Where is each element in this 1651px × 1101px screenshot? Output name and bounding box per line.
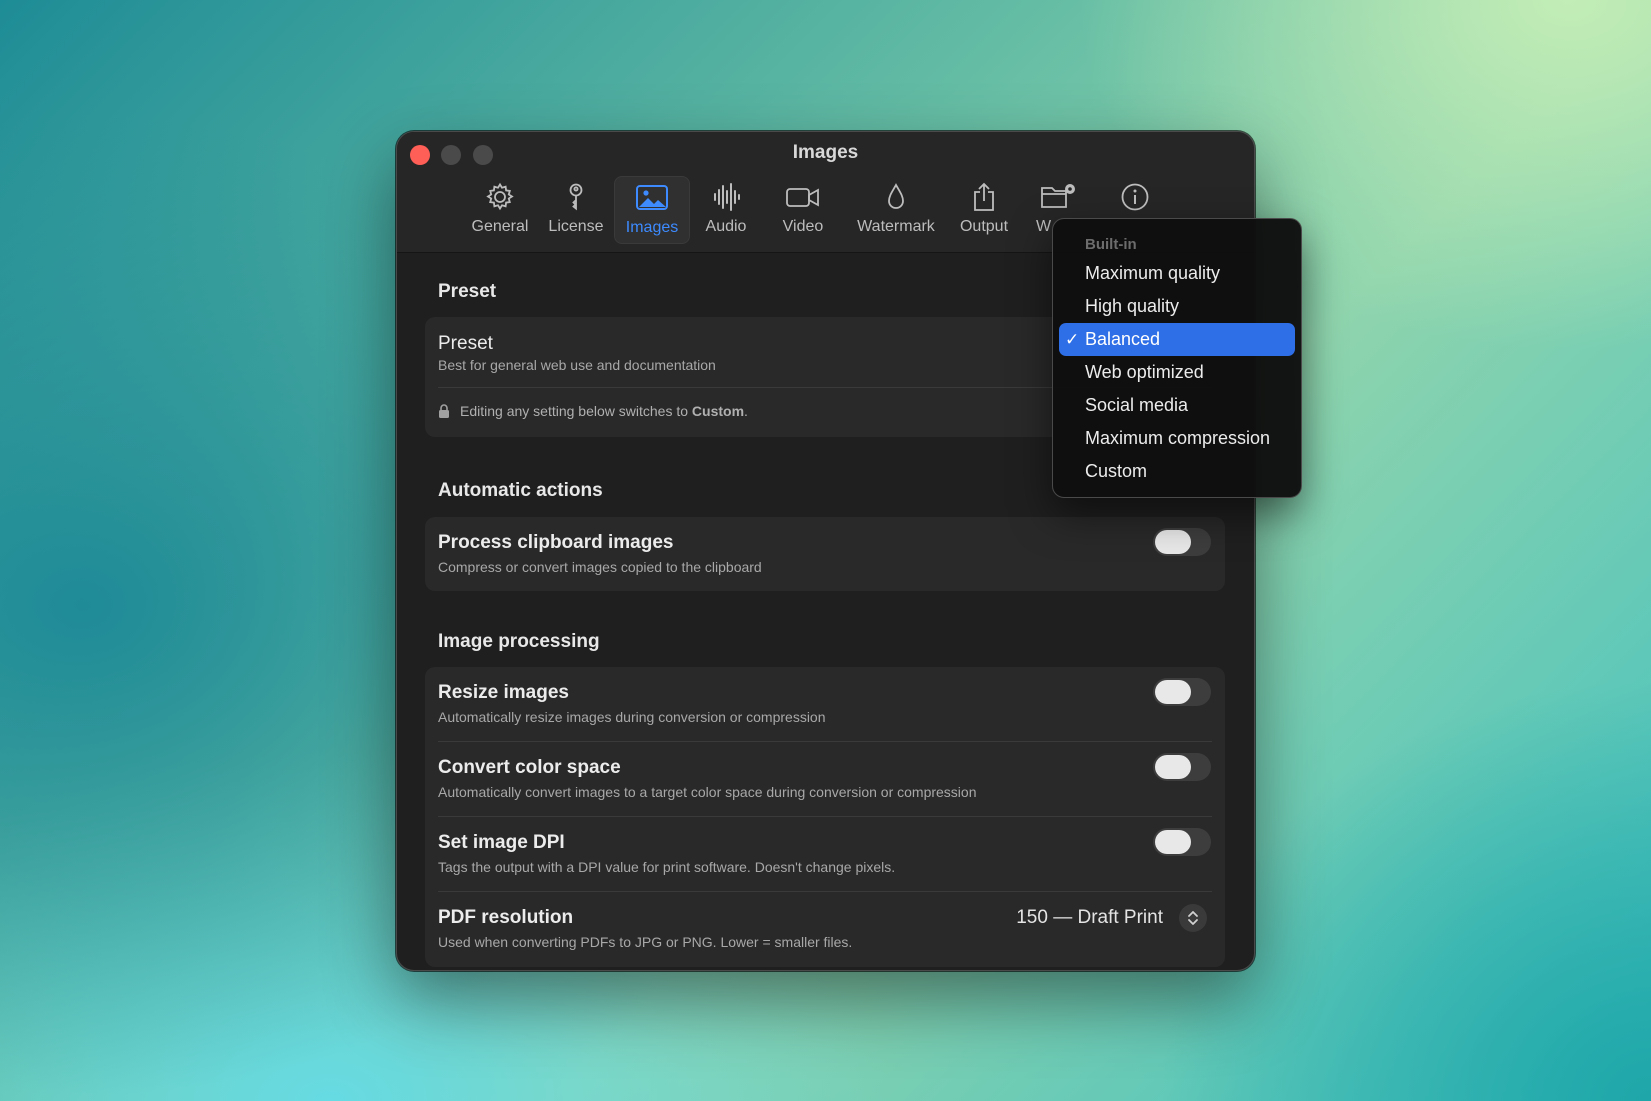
row-set-image-dpi: Set image DPI Tags the output with a DPI… xyxy=(425,817,1225,891)
tab-license[interactable]: License xyxy=(545,176,607,242)
tab-audio-label: Audio xyxy=(705,218,747,235)
lock-note: Editing any setting below switches to Cu… xyxy=(438,403,748,419)
pdf-resolution-value[interactable]: 150 — Draft Print xyxy=(1016,907,1163,929)
share-icon xyxy=(974,182,994,211)
automatic-actions-card: Process clipboard images Compress or con… xyxy=(425,517,1225,591)
row-resize-images: Resize images Automatically resize image… xyxy=(425,667,1225,741)
key-icon xyxy=(569,183,583,211)
menu-item-web-optimized[interactable]: Web optimized xyxy=(1059,356,1295,389)
tab-images-label: Images xyxy=(625,219,679,236)
checkmark-icon: ✓ xyxy=(1065,330,1080,349)
row-title: Resize images xyxy=(438,682,569,703)
image-processing-card: Resize images Automatically resize image… xyxy=(425,667,1225,967)
lock-note-prefix: Editing any setting below switches to xyxy=(460,403,692,419)
menu-item-balanced[interactable]: ✓ Balanced xyxy=(1059,323,1295,356)
tab-watermark-label: Watermark xyxy=(857,218,935,235)
preset-title: Preset xyxy=(438,333,493,354)
tab-output-label: Output xyxy=(959,218,1009,235)
tab-video-label: Video xyxy=(782,218,824,235)
toggle-knob xyxy=(1155,680,1191,704)
menu-item-label: Web optimized xyxy=(1085,362,1204,382)
menu-item-high-quality[interactable]: High quality xyxy=(1059,290,1295,323)
menu-item-label: High quality xyxy=(1085,296,1180,316)
folder-gear-icon xyxy=(1041,184,1075,208)
tab-watermark[interactable]: Watermark xyxy=(851,176,941,242)
menu-item-label: Custom xyxy=(1085,461,1148,481)
menu-item-maximum-quality[interactable]: Maximum quality xyxy=(1059,257,1295,290)
process-clipboard-toggle[interactable] xyxy=(1153,528,1211,556)
set-image-dpi-toggle[interactable] xyxy=(1153,828,1211,856)
resize-images-toggle[interactable] xyxy=(1153,678,1211,706)
tab-general-label: General xyxy=(471,218,529,235)
info-icon xyxy=(1121,183,1149,211)
menu-item-label: Balanced xyxy=(1085,329,1161,349)
menu-section-header: Built-in xyxy=(1085,236,1137,253)
gear-icon xyxy=(486,182,514,211)
convert-color-space-toggle[interactable] xyxy=(1153,753,1211,781)
drop-icon xyxy=(888,183,904,209)
menu-item-custom[interactable]: Custom xyxy=(1059,455,1295,488)
row-description: Used when converting PDFs to JPG or PNG.… xyxy=(438,934,853,950)
row-title: Set image DPI xyxy=(438,832,565,853)
lock-icon xyxy=(439,404,449,418)
video-camera-icon xyxy=(786,188,819,207)
tab-general[interactable]: General xyxy=(467,176,533,242)
photo-icon xyxy=(636,185,668,210)
menu-item-label: Social media xyxy=(1085,395,1189,415)
tab-images[interactable]: Images xyxy=(614,176,690,244)
preset-dropdown-menu: Built-in Maximum quality High quality ✓ … xyxy=(1052,218,1302,498)
tab-audio[interactable]: Audio xyxy=(698,176,754,242)
row-description: Automatically convert images to a target… xyxy=(438,784,977,800)
menu-item-label: Maximum quality xyxy=(1085,263,1221,283)
toggle-knob xyxy=(1155,755,1191,779)
waveform-icon xyxy=(714,183,740,211)
tab-license-label: License xyxy=(548,218,604,235)
section-title-preset: Preset xyxy=(438,281,497,302)
pdf-resolution-stepper[interactable] xyxy=(1179,904,1207,932)
row-pdf-resolution: PDF resolution Used when converting PDFs… xyxy=(425,892,1225,966)
row-title: Process clipboard images xyxy=(438,532,674,553)
lock-note-custom: Custom xyxy=(691,403,745,419)
menu-item-social-media[interactable]: Social media xyxy=(1059,389,1295,422)
lock-note-suffix: . xyxy=(744,403,748,419)
row-process-clipboard: Process clipboard images Compress or con… xyxy=(425,517,1225,591)
section-title-automatic-actions: Automatic actions xyxy=(438,480,603,501)
toggle-knob xyxy=(1155,530,1191,554)
row-description: Tags the output with a DPI value for pri… xyxy=(438,859,896,875)
row-title: Convert color space xyxy=(438,757,621,778)
menu-item-label: Maximum compression xyxy=(1085,428,1271,448)
row-convert-color-space: Convert color space Automatically conver… xyxy=(425,742,1225,816)
row-description: Automatically resize images during conve… xyxy=(438,709,826,725)
menu-item-maximum-compression[interactable]: Maximum compression xyxy=(1059,422,1295,455)
preset-description: Best for general web use and documentati… xyxy=(438,357,716,373)
toggle-knob xyxy=(1155,830,1191,854)
row-description: Compress or convert images copied to the… xyxy=(438,559,762,575)
section-title-image-processing: Image processing xyxy=(438,631,600,652)
tab-output[interactable]: Output xyxy=(954,176,1014,242)
row-title: PDF resolution xyxy=(438,907,574,928)
chevron-up-down-icon xyxy=(1188,911,1198,925)
window-title: Images xyxy=(792,142,859,163)
tab-video[interactable]: Video xyxy=(775,176,831,242)
